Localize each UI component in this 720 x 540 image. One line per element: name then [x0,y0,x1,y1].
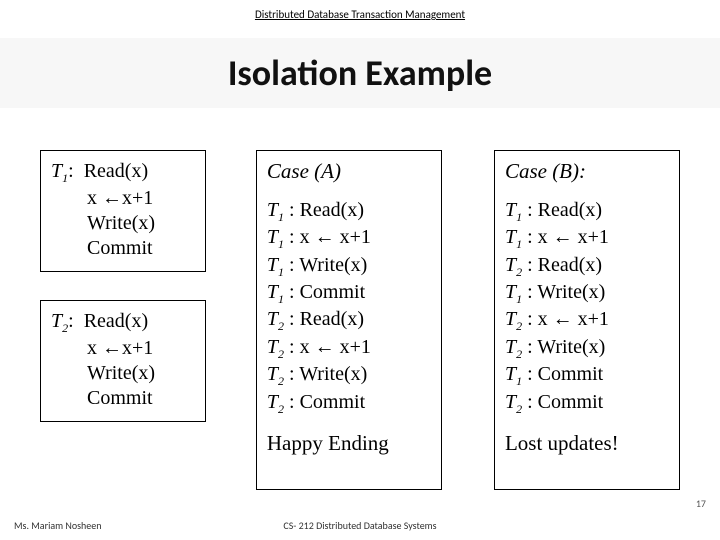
case-a-step-3: T1 : Commit [267,280,431,307]
case-b-step-4: T2 : x ← x+1 [505,307,669,334]
case-b-step-7: T2 : Commit [505,390,669,417]
t2-op-1: x ←x+1 [87,336,195,361]
case-b-step-5: T2 : Write(x) [505,335,669,362]
case-b-sequence: T1 : Read(x) T1 : x ← x+1 T2 : Read(x) T… [505,198,669,417]
case-a-box: Case (A) T1 : Read(x) T1 : x ← x+1 T1 : … [256,150,442,490]
case-b-step-2: T2 : Read(x) [505,253,669,280]
transaction-t2-box: T2: Read(x) x ←x+1 Write(x) Commit [40,300,206,422]
footer-page-number: 17 [696,497,706,510]
case-b-step-6: T1 : Commit [505,362,669,389]
case-b-title: Case (B): [505,159,669,184]
t1-line-0: T1: Read(x) [51,159,195,186]
t1-op-2: Write(x) [87,211,195,236]
case-b-step-0: T1 : Read(x) [505,198,669,225]
footer-course: CS- 212 Distributed Database Systems [0,519,720,532]
t2-line-0: T2: Read(x) [51,309,195,336]
title-band: Isolation Example [0,38,720,108]
case-a-title: Case (A) [267,159,431,184]
case-a-step-1: T1 : x ← x+1 [267,225,431,252]
case-a-step-4: T2 : Read(x) [267,307,431,334]
transactions-column: T1: Read(x) x ←x+1 Write(x) Commit T2: R… [40,150,206,490]
t2-name: T [51,310,62,332]
case-a-step-5: T2 : x ← x+1 [267,335,431,362]
t1-op-0: Read(x) [84,160,148,182]
t2-op-0: Read(x) [84,310,148,332]
t1-op-3: Commit [87,236,195,261]
case-b-step-3: T1 : Write(x) [505,280,669,307]
slide: Distributed Database Transaction Managem… [0,0,720,540]
t1-name: T [51,160,62,182]
case-a-step-7: T2 : Commit [267,390,431,417]
t2-op-3: Commit [87,386,195,411]
case-a-step-0: T1 : Read(x) [267,198,431,225]
transaction-t1-box: T1: Read(x) x ←x+1 Write(x) Commit [40,150,206,272]
t2-sep: : [68,310,74,332]
t1-sep: : [68,160,74,182]
t2-op-2: Write(x) [87,361,195,386]
header-subject: Distributed Database Transaction Managem… [0,8,720,21]
case-b-box: Case (B): T1 : Read(x) T1 : x ← x+1 T2 :… [494,150,680,490]
case-b-ending: Lost updates! [505,431,669,456]
t1-op-1: x ←x+1 [87,186,195,211]
case-b-step-1: T1 : x ← x+1 [505,225,669,252]
case-a-ending: Happy Ending [267,431,431,456]
case-a-step-6: T2 : Write(x) [267,362,431,389]
case-a-step-2: T1 : Write(x) [267,253,431,280]
slide-title: Isolation Example [228,51,492,95]
case-a-sequence: T1 : Read(x) T1 : x ← x+1 T1 : Write(x) … [267,198,431,417]
content-area: T1: Read(x) x ←x+1 Write(x) Commit T2: R… [40,150,680,490]
